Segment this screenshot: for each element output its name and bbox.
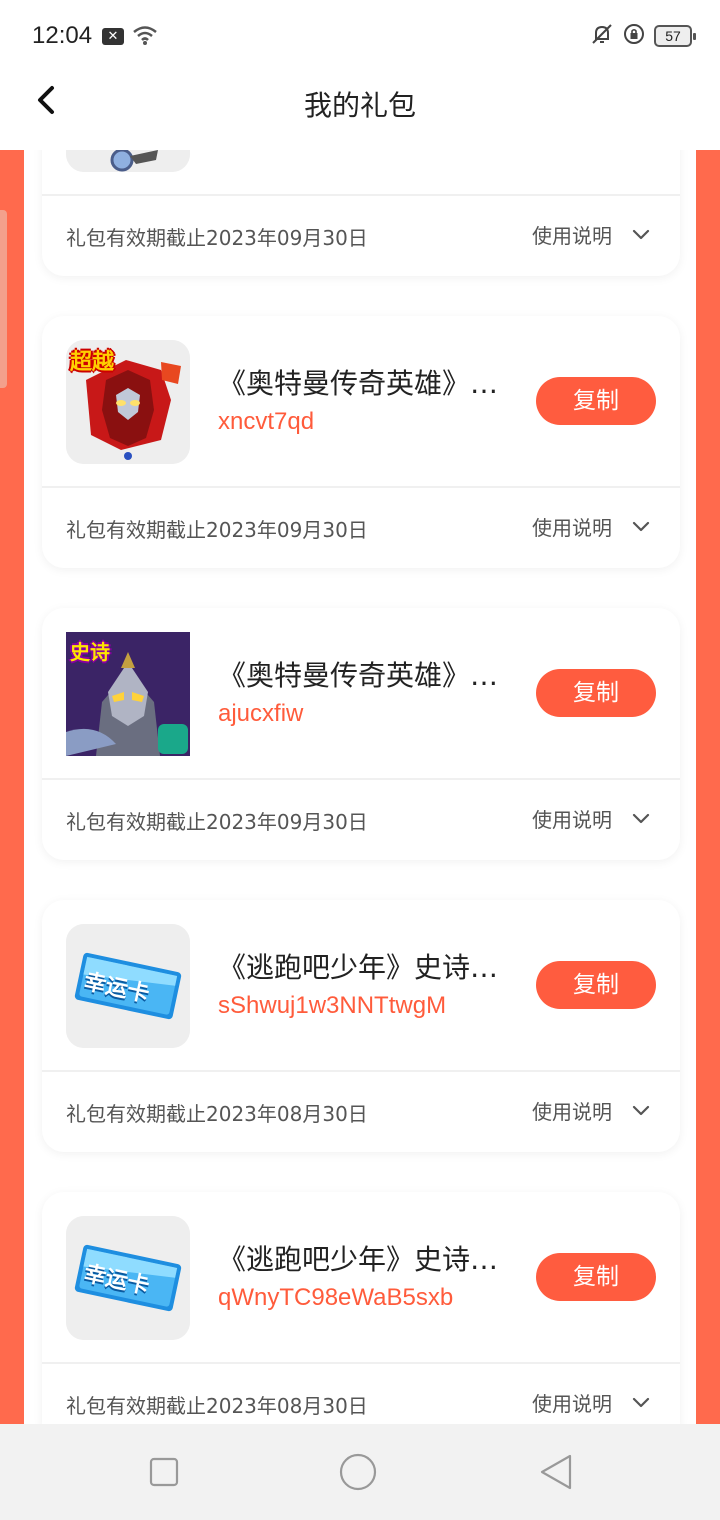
- usage-label: 使用说明: [532, 516, 612, 540]
- gift-code: sShwuj1w3NNTtwgM: [218, 992, 447, 1019]
- lucky-card-icon: 幸运卡: [66, 924, 190, 1048]
- side-decoration-right: [696, 150, 720, 1424]
- chevron-down-icon: [632, 813, 650, 823]
- gift-name: 《逃跑吧少年》史诗…: [218, 951, 499, 984]
- usage-toggle[interactable]: 使用说明: [532, 1388, 650, 1417]
- icon-badge-text: 史诗: [70, 640, 110, 664]
- expire-text: 礼包有效期截止2023年09月30日: [66, 810, 368, 834]
- chevron-down-icon: [632, 1105, 650, 1115]
- expire-text: 礼包有效期截止2023年09月30日: [66, 226, 368, 250]
- gift-card: 礼包有效期截止2023年09月30日 使用说明: [42, 150, 680, 276]
- icon-badge-text: 超越: [70, 350, 115, 375]
- chevron-down-icon: [632, 521, 650, 531]
- usage-toggle[interactable]: 使用说明: [532, 512, 650, 541]
- copy-button[interactable]: 复制: [536, 1253, 656, 1301]
- status-right: 57: [590, 22, 696, 50]
- recent-apps-button[interactable]: [144, 1452, 184, 1492]
- expire-text: 礼包有效期截止2023年08月30日: [66, 1394, 368, 1418]
- page-title: 我的礼包: [303, 89, 416, 122]
- usage-toggle[interactable]: 使用说明: [532, 804, 650, 833]
- gift-code: xncvt7qd: [218, 408, 315, 435]
- game-icon: [66, 150, 190, 172]
- usage-label: 使用说明: [532, 1392, 612, 1416]
- chevron-down-icon: [632, 229, 650, 239]
- chevron-down-icon: [632, 1397, 650, 1407]
- usage-label: 使用说明: [532, 1100, 612, 1124]
- wifi-icon: [132, 24, 158, 50]
- gift-name: 《逃跑吧少年》史诗…: [218, 1243, 499, 1276]
- gift-card: 超越 《奥特曼传奇英雄》… xncvt7qd 复制 礼包有效期截止2023年09…: [42, 316, 680, 568]
- square-icon: [149, 1457, 179, 1487]
- x-notification-icon: ✕: [102, 28, 124, 45]
- bell-muted-icon: [590, 22, 614, 50]
- usage-toggle[interactable]: 使用说明: [532, 220, 650, 249]
- status-time: 12:04: [32, 22, 93, 49]
- circle-icon: [339, 1453, 377, 1491]
- battery-indicator: 57: [654, 25, 696, 47]
- copy-button[interactable]: 复制: [536, 669, 656, 717]
- copy-button[interactable]: 复制: [536, 961, 656, 1009]
- triangle-back-icon: [540, 1454, 572, 1490]
- gift-name: 《奥特曼传奇英雄》…: [218, 659, 499, 692]
- ultraman-epic-game-icon: 史诗: [66, 632, 190, 756]
- gift-code: qWnyTC98eWaB5sxb: [218, 1284, 454, 1311]
- scroll-indicator: [0, 210, 7, 388]
- status-bar: 12:04 ✕ 57: [0, 0, 720, 72]
- usage-label: 使用说明: [532, 224, 612, 248]
- gift-list[interactable]: 礼包有效期截止2023年09月30日 使用说明 超越 《奥特曼传奇英雄》… xn…: [0, 150, 720, 1424]
- ultraman-game-icon: 超越: [66, 340, 190, 464]
- usage-label: 使用说明: [532, 808, 612, 832]
- usage-toggle[interactable]: 使用说明: [532, 1096, 650, 1125]
- gift-card: 史诗 《奥特曼传奇英雄》… ajucxfiw 复制 礼包有效期截止2023年09…: [42, 608, 680, 860]
- back-nav-button[interactable]: [536, 1452, 576, 1492]
- title-bar: 我的礼包: [0, 72, 720, 150]
- gift-card: 幸运卡 《逃跑吧少年》史诗… qWnyTC98eWaB5sxb 复制 礼包有效期…: [42, 1192, 680, 1424]
- home-button[interactable]: [338, 1452, 378, 1492]
- lucky-card-icon: 幸运卡: [66, 1216, 190, 1340]
- gift-card: 幸运卡 《逃跑吧少年》史诗… sShwuj1w3NNTtwgM 复制 礼包有效期…: [42, 900, 680, 1152]
- lock-rotate-icon: [622, 22, 646, 50]
- copy-button[interactable]: 复制: [536, 377, 656, 425]
- system-nav-bar: [0, 1424, 720, 1520]
- expire-text: 礼包有效期截止2023年08月30日: [66, 1102, 368, 1126]
- expire-text: 礼包有效期截止2023年09月30日: [66, 518, 368, 542]
- gift-code: ajucxfiw: [218, 700, 304, 727]
- gift-name: 《奥特曼传奇英雄》…: [218, 367, 499, 400]
